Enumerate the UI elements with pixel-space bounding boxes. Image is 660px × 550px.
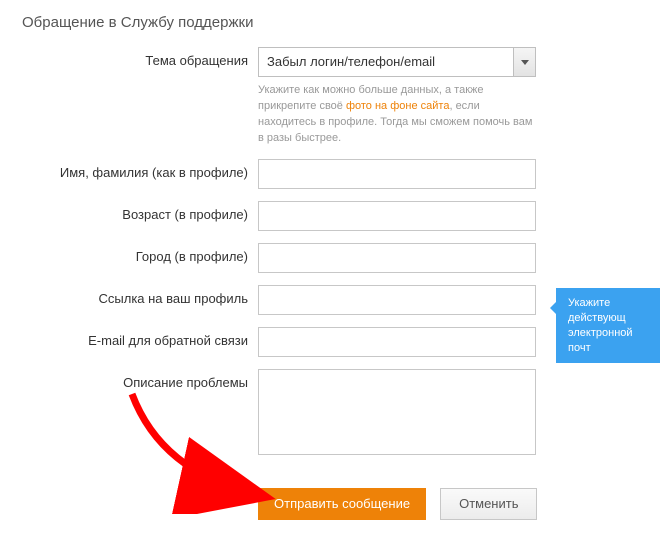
name-label: Имя, фамилия (как в профиле) bbox=[0, 159, 258, 180]
topic-select-value: Забыл логин/телефон/email bbox=[258, 47, 536, 77]
topic-hint: Укажите как можно больше данных, а также… bbox=[258, 83, 536, 147]
cancel-button[interactable]: Отменить bbox=[440, 488, 537, 520]
photo-link[interactable]: фото на фоне сайта bbox=[346, 100, 449, 112]
topic-label: Тема обращения bbox=[0, 47, 258, 68]
dropdown-button[interactable] bbox=[513, 48, 535, 76]
profile-link-label: Ссылка на ваш профиль bbox=[0, 285, 258, 306]
description-label: Описание проблемы bbox=[0, 369, 258, 390]
page-title: Обращение в Службу поддержки bbox=[0, 0, 660, 47]
email-label: E-mail для обратной связи bbox=[0, 327, 258, 348]
description-textarea[interactable] bbox=[258, 369, 536, 455]
chevron-down-icon bbox=[521, 60, 529, 65]
topic-select[interactable]: Забыл логин/телефон/email bbox=[258, 47, 536, 77]
city-label: Город (в профиле) bbox=[0, 243, 258, 264]
city-input[interactable] bbox=[258, 243, 536, 273]
age-input[interactable] bbox=[258, 201, 536, 231]
submit-button[interactable]: Отправить сообщение bbox=[258, 488, 426, 520]
age-label: Возраст (в профиле) bbox=[0, 201, 258, 222]
profile-link-input[interactable] bbox=[258, 285, 536, 315]
email-tooltip: Укажите действующэлектронной почт bbox=[556, 288, 660, 363]
name-input[interactable] bbox=[258, 159, 536, 189]
email-input[interactable] bbox=[258, 327, 536, 357]
